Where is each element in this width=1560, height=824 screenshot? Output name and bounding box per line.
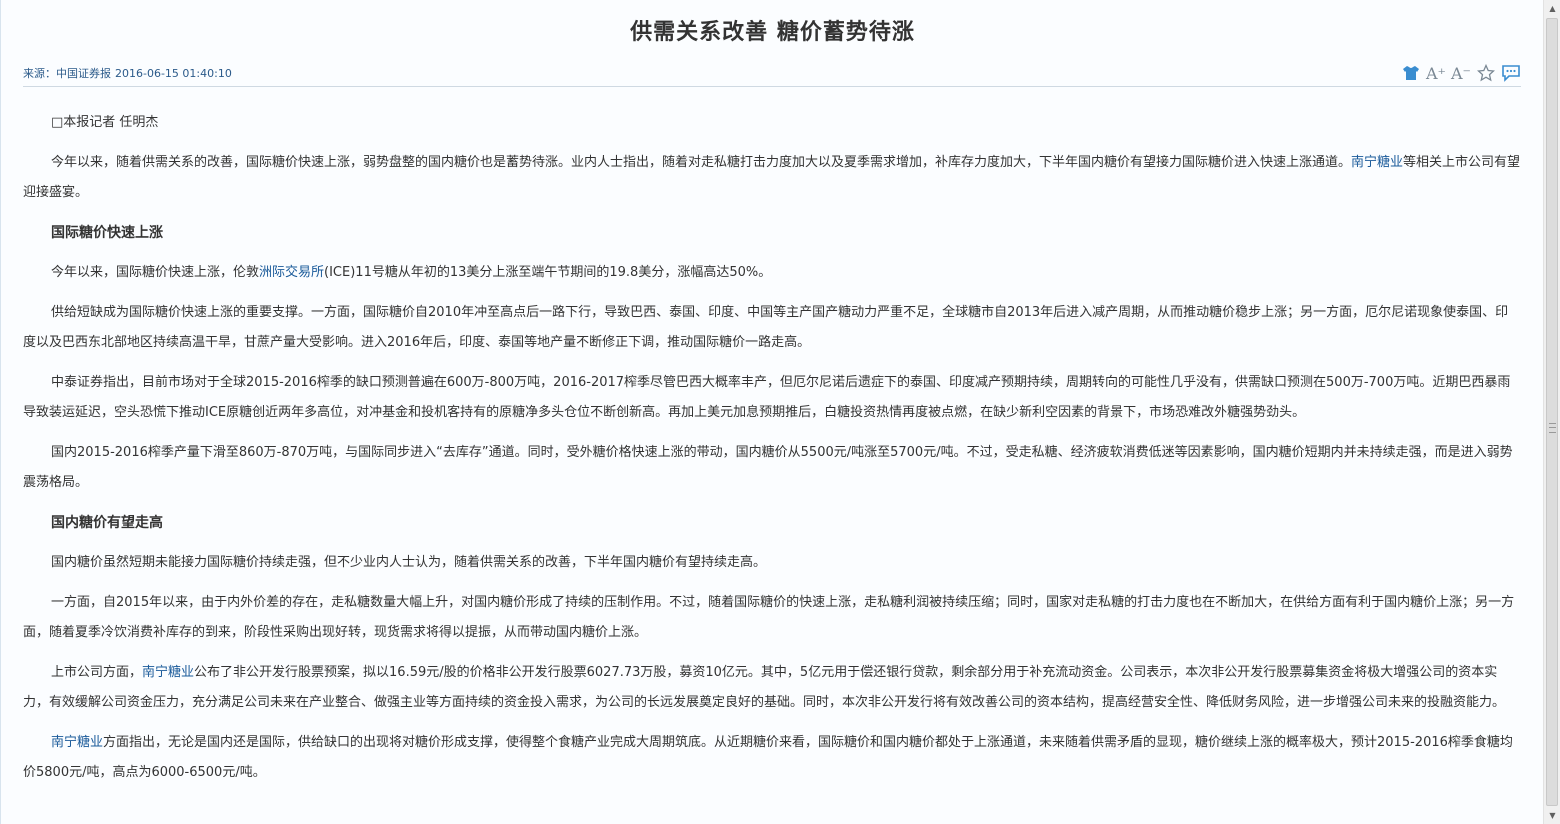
paragraph: 一方面，自2015年以来，由于内外价差的存在，走私糖数量大幅上升，对国内糖价形成… <box>23 595 1515 640</box>
stock-link-nanning-sugar[interactable]: 南宁糖业 <box>1351 155 1403 170</box>
scroll-up-arrow-icon[interactable]: ▲ <box>1544 0 1560 17</box>
paragraph: 中泰证券指出，目前市场对于全球2015-2016榨季的缺口预测普遍在600万-8… <box>23 375 1511 420</box>
source-label: 来源：中国证券报 <box>23 67 111 80</box>
grip-icon <box>1549 423 1556 433</box>
vertical-scrollbar[interactable]: ▲ ▼ <box>1543 0 1560 824</box>
paragraph: 上市公司方面，南宁糖业公布了非公开发行股票预案，拟以16.59元/股的价格非公开… <box>23 665 1506 710</box>
stock-link-nanning-sugar[interactable]: 南宁糖业 <box>142 665 194 680</box>
article-title: 供需关系改善 糖价蓄势待涨 <box>630 20 915 45</box>
section-heading: 国际糖价快速上涨 <box>51 225 163 241</box>
paragraph: 南宁糖业方面指出，无论是国内还是国际，供给缺口的出现将对糖价形成支撑，使得整个食… <box>23 735 1513 780</box>
scroll-down-arrow-icon[interactable]: ▼ <box>1544 807 1560 824</box>
byline: □本报记者 任明杰 <box>51 115 159 130</box>
star-icon[interactable] <box>1476 63 1496 83</box>
article-toolbar: A⁺ A⁻ <box>1401 62 1521 84</box>
stock-link-ice[interactable]: 洲际交易所 <box>259 265 324 280</box>
font-increase-icon[interactable]: A⁺ <box>1426 63 1446 83</box>
stock-link-nanning-sugar[interactable]: 南宁糖业 <box>51 735 103 750</box>
paragraph: 供给短缺成为国际糖价快速上涨的重要支撑。一方面，国际糖价自2010年冲至高点后一… <box>23 305 1509 350</box>
paragraph: 今年以来，随着供需关系的改善，国际糖价快速上涨，弱势盘整的国内糖价也是蓄势待涨。… <box>23 155 1521 200</box>
shirt-icon[interactable] <box>1401 63 1421 83</box>
paragraph: 国内2015-2016榨季产量下滑至860万-870万吨，与国际同步进入“去库存… <box>23 445 1513 490</box>
article-page: 供需关系改善 糖价蓄势待涨 来源：中国证券报 2016-06-15 01:40:1… <box>0 0 1544 824</box>
paragraph: 今年以来，国际糖价快速上涨，伦敦洲际交易所(ICE)11号糖从年初的13美分上涨… <box>51 265 772 280</box>
article-meta: 来源：中国证券报 2016-06-15 01:40:10 A⁺ A⁻ <box>23 64 1521 87</box>
scroll-thumb[interactable] <box>1546 18 1558 806</box>
comment-icon[interactable] <box>1501 63 1521 83</box>
section-heading: 国内糖价有望走高 <box>51 515 163 531</box>
font-decrease-icon[interactable]: A⁻ <box>1451 63 1471 83</box>
publish-date: 2016-06-15 01:40:10 <box>115 67 232 80</box>
paragraph: 国内糖价虽然短期未能接力国际糖价持续走强，但不少业内人士认为，随着供需关系的改善… <box>51 555 767 570</box>
article-body: □本报记者 任明杰 今年以来，随着供需关系的改善，国际糖价快速上涨，弱势盘整的国… <box>23 108 1521 798</box>
